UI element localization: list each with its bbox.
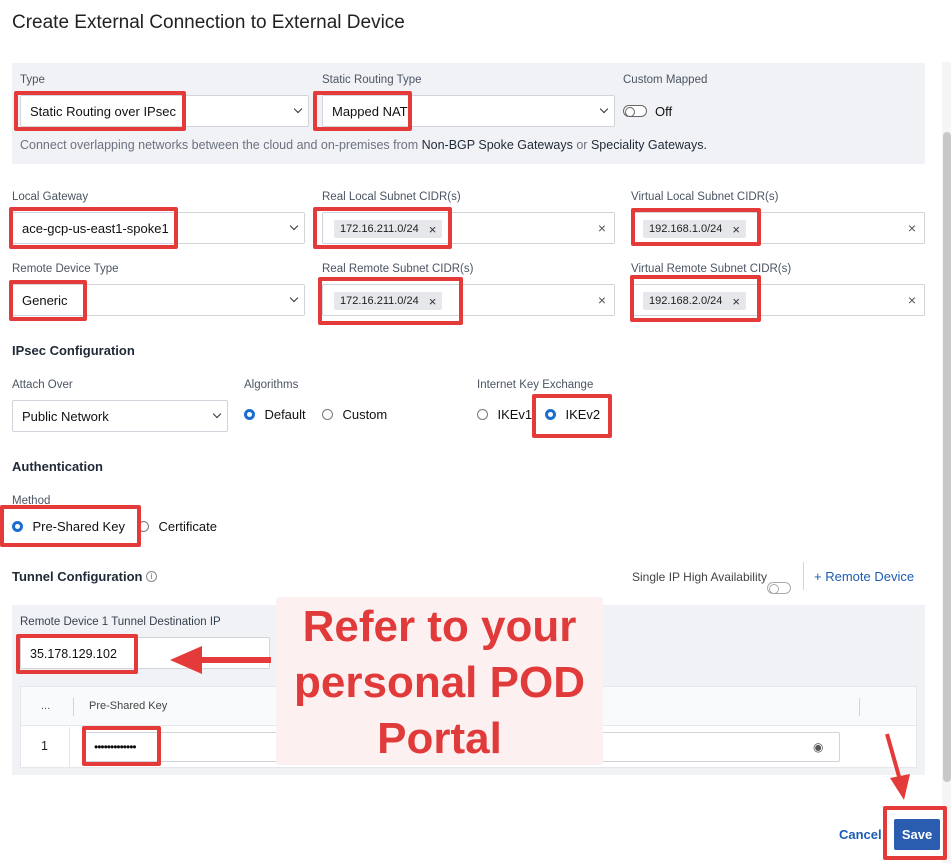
table-row-index: 1 <box>41 739 48 753</box>
annotation-box-routing-type <box>313 91 412 131</box>
annotation-box-type <box>14 91 186 131</box>
remote-device-type-label: Remote Device Type <box>12 263 119 275</box>
radio-unselected-icon[interactable] <box>322 409 333 421</box>
annotation-arrow-down-icon <box>885 733 910 800</box>
single-ip-ha-label: Single IP High Availability <box>632 570 767 584</box>
algorithm-default-option[interactable]: Default <box>244 406 306 424</box>
algorithm-custom-label: Custom <box>342 407 388 422</box>
algorithm-default-label: Default <box>264 407 306 422</box>
tunnel-configuration-heading: Tunnel Configuration <box>12 569 143 584</box>
chevron-down-icon <box>212 409 222 419</box>
callout-line-2: personal POD <box>294 658 585 707</box>
annotation-box-psk <box>0 505 141 547</box>
annotation-box-save <box>883 806 947 860</box>
type-hint-text: Connect overlapping networks between the… <box>20 138 419 152</box>
annotation-box-psk-value <box>82 726 161 766</box>
attach-over-label: Attach Over <box>12 379 73 391</box>
static-routing-type-label: Static Routing Type <box>322 74 422 86</box>
dialog-title: Create External Connection to External D… <box>12 12 405 33</box>
clear-icon[interactable]: × <box>598 292 606 308</box>
add-remote-device-button[interactable]: + Remote Device <box>814 569 914 584</box>
callout-line-1: Refer to your <box>302 602 577 651</box>
annotation-box-remote-type <box>9 280 87 321</box>
speciality-gateways-link[interactable]: Speciality Gateways. <box>591 138 707 152</box>
info-icon[interactable]: i <box>146 571 157 582</box>
custom-mapped-state: Off <box>655 104 673 119</box>
ikev1-option[interactable]: IKEv1 <box>477 406 532 424</box>
type-hint: Connect overlapping networks between the… <box>20 138 707 152</box>
annotation-box-local-gateway <box>9 207 178 249</box>
table-col-psk: Pre-Shared Key <box>89 700 168 712</box>
ipsec-configuration-heading: IPsec Configuration <box>12 343 135 358</box>
annotation-callout: Refer to your personal POD Portal <box>276 597 603 765</box>
clear-icon[interactable]: × <box>908 292 916 308</box>
algorithms-label: Algorithms <box>244 379 299 391</box>
non-bgp-spoke-gateways-link[interactable]: Non-BGP Spoke Gateways <box>422 138 573 152</box>
chevron-down-icon <box>289 293 299 303</box>
ike-label: Internet Key Exchange <box>477 379 594 391</box>
custom-mapped-toggle[interactable] <box>623 105 647 117</box>
chevron-down-icon <box>293 104 303 114</box>
custom-mapped-label: Custom Mapped <box>623 74 708 86</box>
clear-icon[interactable]: × <box>908 220 916 236</box>
annotation-box-virtual-remote <box>630 275 761 322</box>
divider <box>73 698 74 716</box>
method-certificate-option[interactable]: Certificate <box>138 518 217 536</box>
dest-ip-label: Remote Device 1 Tunnel Destination IP <box>20 616 221 628</box>
algorithm-custom-option[interactable]: Custom <box>322 406 387 424</box>
type-hint-or: or <box>576 138 588 152</box>
annotation-box-dest-ip <box>16 634 138 674</box>
chevron-down-icon <box>599 104 609 114</box>
eye-icon[interactable]: ◉ <box>813 740 823 754</box>
local-gateway-label: Local Gateway <box>12 191 89 203</box>
annotation-box-real-local <box>313 207 452 249</box>
radio-unselected-icon[interactable] <box>477 409 488 421</box>
chevron-down-icon <box>289 221 299 231</box>
scrollbar-thumb[interactable] <box>943 132 951 782</box>
attach-over-value: Public Network <box>22 408 109 424</box>
callout-line-3: Portal <box>377 714 502 763</box>
annotation-box-real-remote <box>318 277 463 325</box>
clear-icon[interactable]: × <box>598 220 606 236</box>
single-ip-ha-toggle[interactable] <box>767 582 791 594</box>
authentication-heading: Authentication <box>12 459 103 474</box>
real-local-subnet-label: Real Local Subnet CIDR(s) <box>322 191 461 203</box>
annotation-box-virtual-local <box>631 208 761 246</box>
annotation-box-ikev2 <box>532 394 612 438</box>
ikev1-label: IKEv1 <box>497 407 533 422</box>
cancel-button[interactable]: Cancel <box>839 827 882 842</box>
table-col-index: ... <box>41 700 51 712</box>
type-label: Type <box>20 74 45 86</box>
virtual-remote-subnet-label: Virtual Remote Subnet CIDR(s) <box>631 263 792 275</box>
attach-over-select[interactable]: Public Network <box>12 400 228 432</box>
annotation-arrow-left-icon <box>170 646 271 674</box>
real-remote-subnet-label: Real Remote Subnet CIDR(s) <box>322 263 474 275</box>
divider <box>859 698 860 716</box>
divider <box>803 562 804 590</box>
divider <box>69 727 70 768</box>
radio-selected-icon[interactable] <box>244 409 255 421</box>
virtual-local-subnet-label: Virtual Local Subnet CIDR(s) <box>631 191 779 203</box>
method-certificate-label: Certificate <box>158 519 217 534</box>
